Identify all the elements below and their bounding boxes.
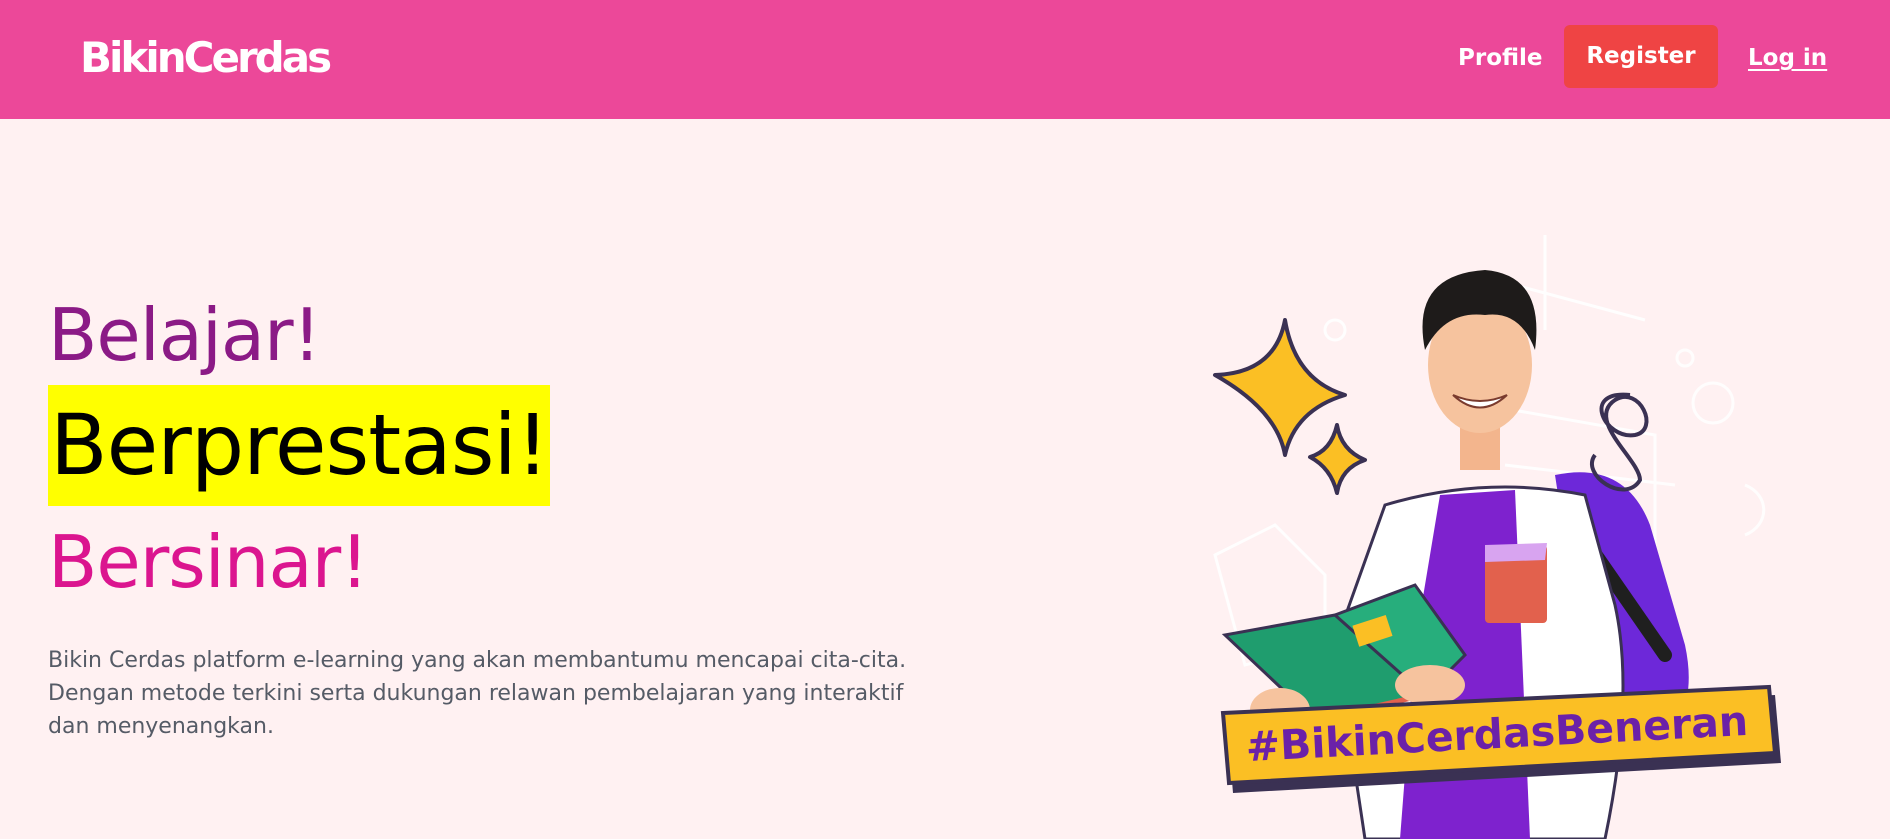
hero-heading-bersinar: Bersinar!	[48, 520, 369, 604]
hero-heading-belajar: Belajar!	[48, 293, 321, 377]
hero-description: Bikin Cerdas platform e-learning yang ak…	[48, 644, 948, 743]
hero-heading-berprestasi: Berprestasi!	[48, 385, 551, 506]
login-link[interactable]: Log in	[1748, 40, 1827, 76]
register-button[interactable]: Register	[1564, 25, 1718, 88]
hero-description-line: Bikin Cerdas platform e-learning yang ak…	[48, 648, 907, 673]
hero-description-line: Dengan metode terkini serta dukungan rel…	[48, 681, 904, 706]
nav-profile-link[interactable]: Profile	[1458, 40, 1543, 76]
small-sparkle-icon	[1308, 423, 1367, 495]
hero-description-line: dan menyenangkan.	[48, 714, 274, 739]
big-sparkle-icon	[1213, 318, 1347, 457]
brand-logo[interactable]: BikinCerdas	[80, 30, 332, 86]
student-with-book-illustration: #BikinCerdasBeneran	[1213, 235, 1781, 839]
top-navbar: BikinCerdas Profile Register Log in	[0, 0, 1890, 119]
